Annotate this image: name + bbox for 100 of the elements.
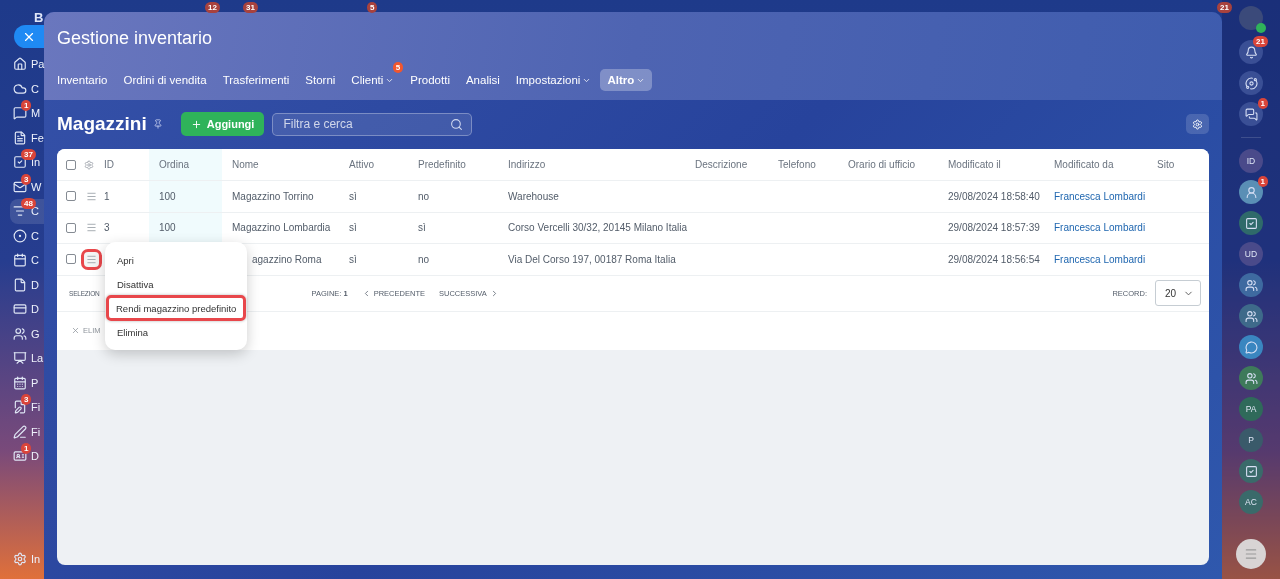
sidebar-item[interactable]: P	[10, 370, 44, 395]
sidebar-button[interactable]	[1239, 304, 1263, 328]
column-header[interactable]: Sito	[1157, 159, 1175, 170]
menu-button[interactable]	[1236, 539, 1266, 569]
sidebar-item[interactable]: Pa	[10, 52, 44, 77]
column-header[interactable]: Orario di ufficio	[848, 159, 916, 170]
sidebar-button[interactable]	[1239, 71, 1263, 95]
table-cell: 100	[159, 190, 176, 202]
user-link[interactable]: Francesca Lombardi	[1054, 222, 1146, 234]
column-header[interactable]: Predefinito	[418, 159, 466, 170]
initials-avatar[interactable]: PA	[1239, 397, 1263, 421]
chat-icon	[1244, 107, 1258, 121]
count-badge: 12	[205, 2, 220, 13]
initials-avatar[interactable]: ID	[1239, 149, 1263, 173]
search-icon	[450, 117, 464, 131]
sidebar-button[interactable]	[1239, 102, 1263, 126]
close-button[interactable]	[14, 25, 44, 48]
column-header[interactable]: Descrizione	[695, 159, 748, 170]
table-cell: 1	[104, 190, 110, 202]
count-badge: 21	[1253, 36, 1268, 47]
column-header[interactable]: Nome	[232, 159, 259, 170]
menu-item[interactable]: Elimina	[105, 320, 247, 344]
home-icon	[13, 57, 27, 72]
checkbox-icon	[1244, 464, 1258, 478]
record-select[interactable]: 20	[1155, 280, 1201, 306]
mail-icon	[13, 179, 27, 194]
count-badge: 3	[21, 394, 32, 405]
board-icon	[13, 351, 27, 366]
table-cell: Magazzino Lombardia	[232, 222, 331, 234]
sidebar-item[interactable]: C	[10, 223, 44, 248]
sidebar-button[interactable]	[1239, 180, 1263, 204]
count-badge: 5	[392, 62, 404, 73]
id-card-icon	[13, 449, 27, 464]
sidebar-item[interactable]: D	[10, 272, 44, 297]
sidebar-item[interactable]: G	[10, 321, 44, 346]
pin-icon[interactable]	[152, 119, 163, 129]
column-header[interactable]: Modificato da	[1054, 159, 1114, 170]
page-title: Magazzini	[57, 113, 147, 135]
table-cell: no	[418, 253, 430, 265]
sidebar-button[interactable]	[1239, 40, 1263, 64]
sidebar-button[interactable]	[1239, 366, 1263, 390]
settings-button[interactable]	[1186, 114, 1209, 134]
initials-avatar[interactable]: UD	[1239, 242, 1263, 266]
person-icon	[1244, 185, 1258, 199]
column-header[interactable]: Ordina	[159, 159, 189, 170]
user-avatar[interactable]	[1239, 6, 1263, 30]
user-link[interactable]: Francesca Lombardi	[1054, 253, 1146, 265]
sidebar-button[interactable]	[1239, 273, 1263, 297]
tab[interactable]: Inventario	[50, 69, 115, 91]
column-header[interactable]: Telefono	[778, 159, 816, 170]
sidebar-button[interactable]	[1239, 335, 1263, 359]
menu-item[interactable]: Apri	[105, 248, 247, 272]
table-cell: 29/08/2024 18:57:39	[948, 222, 1040, 234]
table-cell: Corso Vercelli 30/32, 20145 Milano Italia	[508, 222, 687, 234]
card-icon	[13, 302, 27, 317]
tab[interactable]: Prodotti	[403, 69, 457, 91]
sidebar-item[interactable]: 3 W	[10, 174, 44, 199]
tab[interactable]: Impostazioni	[508, 69, 599, 91]
sidebar-button[interactable]	[1239, 211, 1263, 235]
sidebar-item[interactable]: C	[10, 248, 44, 273]
user-link[interactable]: Francesca Lombardi	[1054, 190, 1146, 202]
group-icon	[1244, 309, 1258, 323]
settings-icon	[13, 551, 27, 566]
row-menu-button[interactable]	[84, 251, 99, 267]
group-icon	[1244, 278, 1258, 292]
tab[interactable]: Ordini di vendita	[116, 69, 214, 91]
sidebar-item[interactable]: La	[10, 346, 44, 371]
checkbox[interactable]	[66, 254, 76, 265]
sidebar-item[interactable]: Fi	[10, 419, 44, 444]
column-header[interactable]: Modificato il	[948, 159, 1001, 170]
cloud-icon	[13, 81, 27, 96]
count-badge: 3	[21, 173, 32, 185]
sidebar-item[interactable]: C	[10, 76, 44, 101]
checkbox[interactable]	[66, 159, 76, 170]
count-badge: 1	[21, 100, 32, 111]
sidebar-item[interactable]: 1 M	[10, 101, 44, 126]
tab[interactable]: Storni	[298, 69, 343, 91]
column-header[interactable]: Indirizzo	[508, 159, 546, 170]
column-header[interactable]: ID	[104, 159, 114, 170]
table-cell: no	[418, 190, 430, 202]
tab[interactable]: Trasferimenti	[215, 69, 297, 91]
document-icon	[13, 130, 27, 145]
sidebar-item[interactable]: Fe	[10, 125, 44, 150]
initials-avatar[interactable]: AC	[1239, 490, 1263, 514]
column-header[interactable]: Attivo	[349, 159, 374, 170]
menu-item[interactable]: Disattiva	[105, 272, 247, 296]
sidebar-item[interactable]: In	[10, 546, 44, 571]
calendar-icon	[13, 375, 27, 390]
sidebar-button[interactable]	[1239, 459, 1263, 483]
sidebar-item[interactable]: 3 Fi	[10, 395, 44, 420]
initials-avatar[interactable]: P	[1239, 428, 1263, 452]
checkbox-icon	[1244, 216, 1258, 230]
checkbox[interactable]	[66, 222, 76, 233]
sidebar-item[interactable]: D	[10, 297, 44, 322]
count-badge: 31	[243, 2, 258, 13]
sidebar-item[interactable]: 1 D	[10, 444, 44, 469]
table-cell: agazzino Roma	[252, 253, 322, 265]
checkbox[interactable]	[66, 191, 76, 202]
tab[interactable]: Analisi	[458, 69, 507, 91]
menu-item[interactable]: Rendi magazzino predefinito	[106, 295, 246, 321]
